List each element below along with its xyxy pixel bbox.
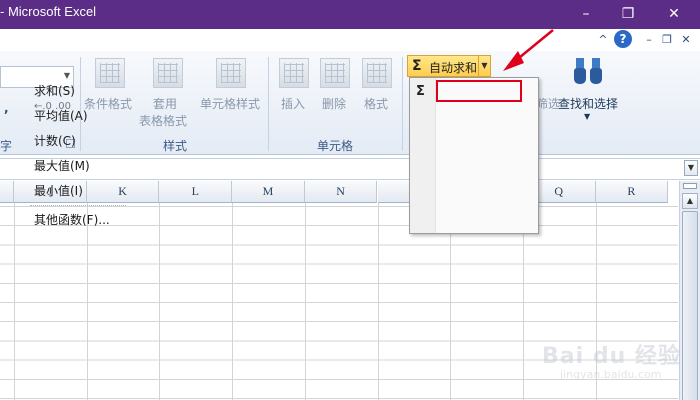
workbook-close-button[interactable]: ✕ bbox=[677, 31, 695, 49]
cell-styles-button[interactable]: 单元格样式 bbox=[200, 95, 260, 112]
workbook-minimize-button[interactable]: – bbox=[640, 31, 658, 49]
conditional-format-button[interactable]: 条件格式 bbox=[84, 95, 132, 112]
sigma-icon: Σ bbox=[412, 58, 422, 74]
table-format-button[interactable]: 表格格式 bbox=[139, 112, 187, 129]
filter-button[interactable]: 筛选 bbox=[536, 95, 560, 112]
minimize-button[interactable]: – bbox=[572, 3, 600, 25]
grid-column-line bbox=[232, 203, 234, 400]
grid-column-line bbox=[14, 203, 15, 400]
watermark: Bai du 经验 jingyan.baidu.com bbox=[536, 330, 696, 390]
menu-item-count[interactable]: 计数(C) bbox=[34, 131, 76, 151]
column-header-m[interactable]: M bbox=[232, 181, 305, 203]
close-button[interactable]: ✕ bbox=[660, 3, 688, 25]
sum-highlight-box bbox=[436, 80, 522, 102]
menu-item-more-functions[interactable]: 其他函数(F)... bbox=[34, 210, 110, 230]
find-select-chevron-icon[interactable]: ▼ bbox=[584, 112, 590, 121]
help-icon[interactable]: ? bbox=[614, 30, 632, 48]
column-header-partial[interactable] bbox=[0, 181, 14, 203]
cell-styles-icon bbox=[216, 58, 246, 88]
grid-column-line bbox=[377, 203, 379, 400]
group-separator bbox=[402, 57, 403, 151]
styles-group-label: 样式 bbox=[162, 139, 187, 153]
autosum-button[interactable]: Σ 自动求和 ▼ bbox=[407, 55, 491, 77]
grid-column-line bbox=[304, 203, 306, 400]
formula-bar[interactable] bbox=[0, 158, 700, 180]
delete-cells-button[interactable]: 删除 bbox=[322, 95, 346, 112]
restore-button[interactable]: ❐ bbox=[614, 3, 642, 25]
format-cells-icon bbox=[362, 58, 392, 88]
window-title: - Microsoft Excel bbox=[0, 4, 97, 19]
format-cells-button[interactable]: 格式 bbox=[364, 95, 388, 112]
comma-style-button[interactable]: , bbox=[4, 101, 9, 115]
scroll-up-icon[interactable]: ▲ bbox=[682, 193, 698, 209]
find-select-button[interactable]: 查找和选择 bbox=[558, 95, 618, 112]
chevron-down-icon: ▼ bbox=[63, 71, 70, 80]
autosum-dropdown-arrow-icon[interactable]: ▼ bbox=[478, 56, 490, 76]
column-header-r[interactable]: R bbox=[595, 181, 669, 203]
menu-item-average[interactable]: 平均值(A) bbox=[34, 106, 88, 126]
autosum-label: 自动求和 bbox=[429, 61, 478, 75]
menu-item-max[interactable]: 最大值(M) bbox=[34, 156, 90, 176]
grid-column-line bbox=[86, 203, 88, 400]
group-separator bbox=[80, 57, 81, 151]
menu-separator bbox=[30, 205, 126, 206]
group-separator bbox=[268, 57, 269, 151]
workbook-restore-button[interactable]: ❐ bbox=[658, 31, 676, 49]
menu-icon-gutter bbox=[410, 78, 436, 233]
watermark-brand: Bai du 经验 bbox=[542, 344, 681, 369]
insert-cells-button[interactable]: 插入 bbox=[281, 95, 305, 112]
table-format-icon bbox=[153, 58, 183, 88]
formula-bar-expand-icon[interactable]: ▼ bbox=[684, 160, 698, 176]
menu-item-min[interactable]: 最小值(I) bbox=[34, 181, 83, 201]
column-header-l[interactable]: L bbox=[159, 181, 233, 203]
delete-cells-icon bbox=[320, 58, 350, 88]
column-header-n[interactable]: N bbox=[304, 181, 378, 203]
split-handle[interactable] bbox=[683, 183, 697, 189]
binoculars-icon bbox=[574, 58, 602, 84]
table-format-line1[interactable]: 套用 bbox=[153, 95, 177, 112]
title-bar: - Microsoft Excel – ❐ ✕ bbox=[0, 0, 700, 29]
watermark-url: jingyan.baidu.com bbox=[560, 368, 662, 381]
insert-cells-icon bbox=[279, 58, 309, 88]
sigma-icon: Σ bbox=[416, 84, 425, 99]
menu-item-sum[interactable]: 求和(S) bbox=[34, 81, 75, 101]
column-header-k[interactable]: K bbox=[86, 181, 160, 203]
number-group-label: 字 bbox=[0, 139, 13, 153]
conditional-format-icon bbox=[95, 58, 125, 88]
cells-group-label: 单元格 bbox=[316, 139, 353, 153]
collapse-ribbon-icon[interactable]: ^ bbox=[594, 31, 612, 49]
grid-column-line bbox=[159, 203, 161, 400]
